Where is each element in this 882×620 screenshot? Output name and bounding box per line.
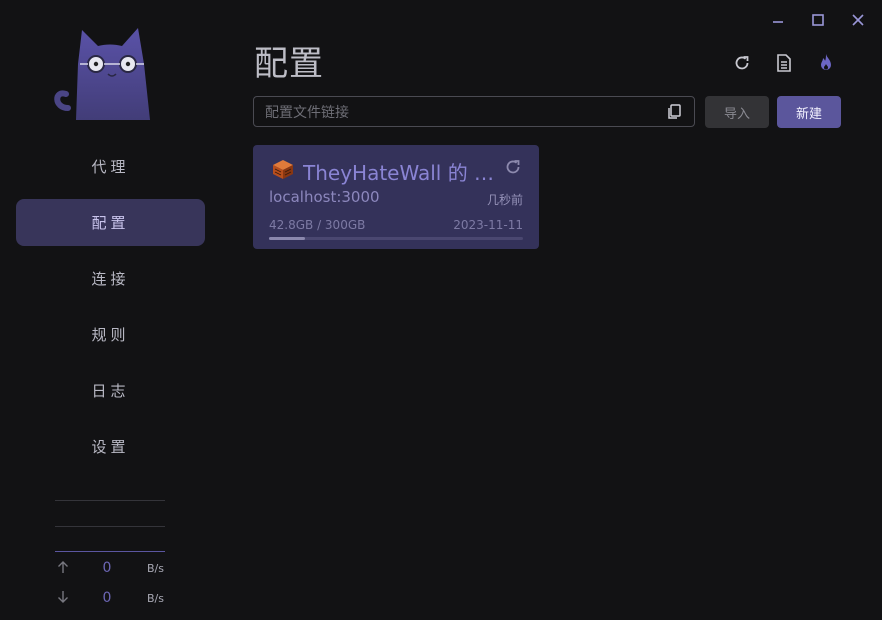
refresh-icon[interactable]: [503, 157, 523, 177]
profile-host: localhost:3000: [269, 188, 380, 206]
profile-usage: 42.8GB / 300GB: [269, 218, 366, 232]
arrow-down-icon: [58, 591, 68, 603]
flame-icon: [821, 54, 831, 70]
download-unit: B/s: [147, 592, 164, 605]
sidebar-item-settings[interactable]: 设置: [16, 423, 205, 470]
download-speed: 0 B/s: [55, 582, 165, 612]
maximize-button[interactable]: [808, 10, 828, 30]
profile-name: TheyHateWall 的 …: [303, 161, 495, 185]
profile-url-field: [253, 96, 695, 128]
sidebar-nav: 代理 配置 连接 规则 日志 设置: [16, 143, 205, 479]
refresh-icon: [735, 56, 749, 70]
sidebar-item-proxy[interactable]: 代理: [16, 143, 205, 190]
traffic-divider: [55, 526, 165, 527]
maximize-icon: [812, 14, 824, 26]
minimize-button[interactable]: [768, 10, 788, 30]
close-icon: [852, 14, 864, 26]
refresh-all-button[interactable]: [730, 52, 754, 74]
close-button[interactable]: [848, 10, 868, 30]
arrow-up-icon: [58, 561, 68, 573]
upload-speed: 0 B/s: [55, 552, 165, 582]
upload-value: 0: [102, 560, 112, 576]
paste-icon[interactable]: [666, 104, 682, 120]
upload-unit: B/s: [147, 562, 164, 575]
minimize-icon: [773, 21, 783, 23]
profile-url-input[interactable]: [263, 97, 667, 128]
usage-progress-bar: [269, 237, 523, 240]
document-icon: [777, 54, 791, 72]
page-title: 配置: [254, 44, 324, 84]
profile-expire-date: 2023-11-11: [453, 218, 523, 232]
header-actions: [730, 52, 838, 74]
profile-card[interactable]: TheyHateWall 的 … localhost:3000 几秒前 42.8…: [253, 145, 539, 249]
sidebar-item-profiles[interactable]: 配置: [16, 199, 205, 246]
usage-progress-fill: [269, 237, 306, 240]
traffic-divider: [55, 500, 165, 501]
sidebar-item-logs[interactable]: 日志: [16, 367, 205, 414]
traffic-monitor: 0 B/s 0 B/s: [55, 488, 165, 612]
sidebar-item-connections[interactable]: 连接: [16, 255, 205, 302]
sidebar: 代理 配置 连接 规则 日志 设置 0 B/s 0 B/s: [0, 0, 222, 620]
import-button[interactable]: 导入: [705, 96, 769, 128]
sidebar-item-rules[interactable]: 规则: [16, 311, 205, 358]
new-profile-button[interactable]: 新建: [777, 96, 841, 128]
cat-logo-icon: [54, 28, 150, 120]
profile-updated: 几秒前: [486, 193, 523, 207]
download-value: 0: [102, 590, 112, 606]
enhance-config-button[interactable]: [814, 52, 838, 74]
view-runtime-config-button[interactable]: [772, 52, 796, 74]
window-controls: [768, 10, 868, 30]
firewall-brick-icon: [273, 160, 293, 179]
